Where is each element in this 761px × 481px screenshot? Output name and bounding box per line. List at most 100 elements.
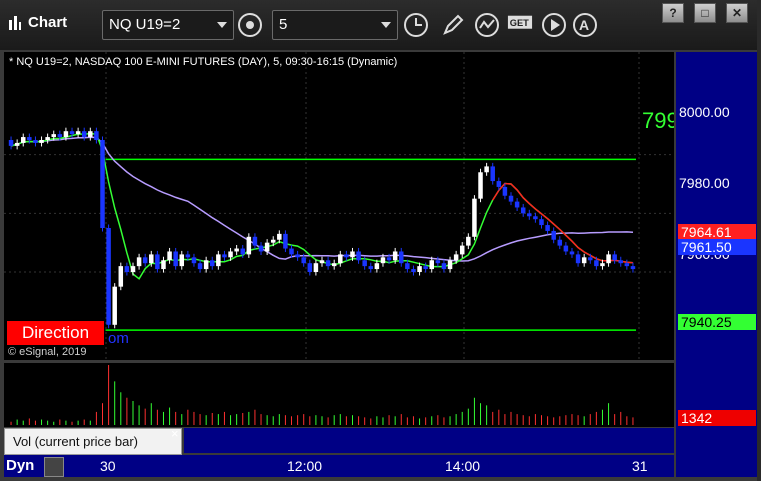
- candle-body: [216, 254, 221, 267]
- candle-body: [533, 216, 538, 220]
- candle-body: [386, 257, 392, 261]
- candle-body: [45, 137, 50, 140]
- candle-body: [453, 254, 459, 261]
- candle-body: [319, 260, 325, 264]
- ma-down-line: [492, 182, 634, 264]
- price-tick-label: 8000.00: [679, 104, 730, 120]
- direction-label: Direction: [7, 321, 104, 345]
- candle-body: [240, 248, 245, 255]
- price-tag-red: 7964.61: [678, 224, 756, 240]
- candle-body: [88, 131, 93, 138]
- candle-body: [405, 263, 410, 270]
- candle-body: [472, 198, 477, 237]
- candle-body: [14, 142, 20, 146]
- candle-body: [374, 263, 380, 270]
- candle-body: [191, 257, 197, 264]
- candle-body: [618, 260, 624, 264]
- time-tick-label: 12:00: [287, 458, 323, 474]
- price-tag-green: 7940.25: [678, 314, 756, 330]
- volume-legend: Vol (current price bar): [4, 428, 182, 455]
- candle-body: [307, 263, 313, 272]
- time-tick-label: 14:00: [445, 458, 481, 474]
- candle-body: [301, 257, 306, 264]
- candle-body: [69, 131, 75, 135]
- candle-body: [283, 233, 288, 249]
- candle-body: [325, 260, 331, 267]
- candle-body: [75, 131, 81, 135]
- candle-body: [295, 254, 300, 258]
- window-border: [757, 0, 761, 481]
- candle-body: [39, 140, 44, 143]
- candle-body: [197, 263, 203, 270]
- price-tag-blue: 7961.50: [678, 239, 756, 255]
- candle-body: [289, 248, 294, 255]
- candle-body: [246, 236, 252, 255]
- candle-body: [258, 245, 264, 252]
- candle-body: [63, 131, 69, 138]
- close-icon[interactable]: ×: [171, 426, 179, 441]
- time-tick-label: 31: [632, 458, 648, 474]
- chart-window: Chart NQ U19=2 5 GET A ? □ ✕ * NQ U19=2,…: [0, 0, 761, 481]
- candle-body: [557, 239, 563, 246]
- candle-body: [118, 266, 124, 287]
- candle-body: [435, 260, 441, 264]
- candle-body: [368, 266, 374, 270]
- candle-body: [630, 266, 636, 270]
- candle-body: [112, 286, 117, 325]
- settings-icon[interactable]: [44, 457, 64, 477]
- candle-body: [520, 207, 526, 214]
- candle-body: [466, 236, 471, 246]
- chart-svg: [4, 52, 674, 425]
- candle-body: [277, 233, 282, 240]
- level-partial-label: 799: [642, 108, 674, 133]
- candle-body: [478, 172, 483, 199]
- candle-body: [222, 254, 227, 258]
- candle-body: [362, 260, 367, 267]
- candle-body: [228, 251, 233, 258]
- candle-body: [539, 219, 544, 226]
- candle-body: [588, 257, 593, 261]
- candle-body: [399, 251, 404, 264]
- candle-body: [136, 257, 142, 267]
- candle-body: [313, 263, 319, 272]
- candle-body: [8, 140, 14, 146]
- candle-body: [563, 245, 569, 252]
- candle-body: [344, 254, 349, 258]
- candle-body: [130, 266, 136, 272]
- candle-body: [569, 251, 575, 255]
- candle-body: [270, 239, 276, 243]
- volume-legend-text: Vol (current price bar): [13, 434, 138, 449]
- candle-body: [81, 131, 87, 138]
- candle-body: [575, 254, 581, 264]
- candle-body: [411, 269, 416, 272]
- candle-body: [417, 266, 422, 272]
- candle-body: [441, 263, 447, 270]
- candle-body: [606, 254, 611, 264]
- dyn-label[interactable]: Dyn: [6, 457, 44, 475]
- candle-body: [508, 195, 514, 202]
- candle-body: [179, 254, 185, 267]
- candle-body: [20, 137, 26, 143]
- candle-body: [338, 254, 343, 264]
- candle-body: [459, 245, 465, 255]
- candle-body: [252, 236, 258, 246]
- candle-body: [447, 260, 453, 270]
- candle-body: [594, 260, 599, 267]
- candle-body: [490, 166, 495, 182]
- candle-body: [392, 251, 398, 261]
- candle-body: [234, 248, 239, 252]
- candle-body: [155, 254, 160, 270]
- candle-body: [185, 254, 191, 258]
- candle-body: [514, 201, 520, 208]
- candle-body: [124, 266, 130, 272]
- time-tick-label: 30: [100, 458, 116, 474]
- candle-body: [612, 254, 617, 261]
- candle-body: [502, 186, 508, 196]
- candle-body: [484, 166, 489, 173]
- obscured-label: om: [108, 330, 129, 347]
- candle-body: [581, 257, 587, 264]
- candle-body: [545, 225, 550, 231]
- candle-body: [380, 257, 386, 264]
- chart-subtitle: * NQ U19=2, NASDAQ 100 E-MINI FUTURES (D…: [9, 56, 398, 68]
- candle-body: [203, 260, 209, 270]
